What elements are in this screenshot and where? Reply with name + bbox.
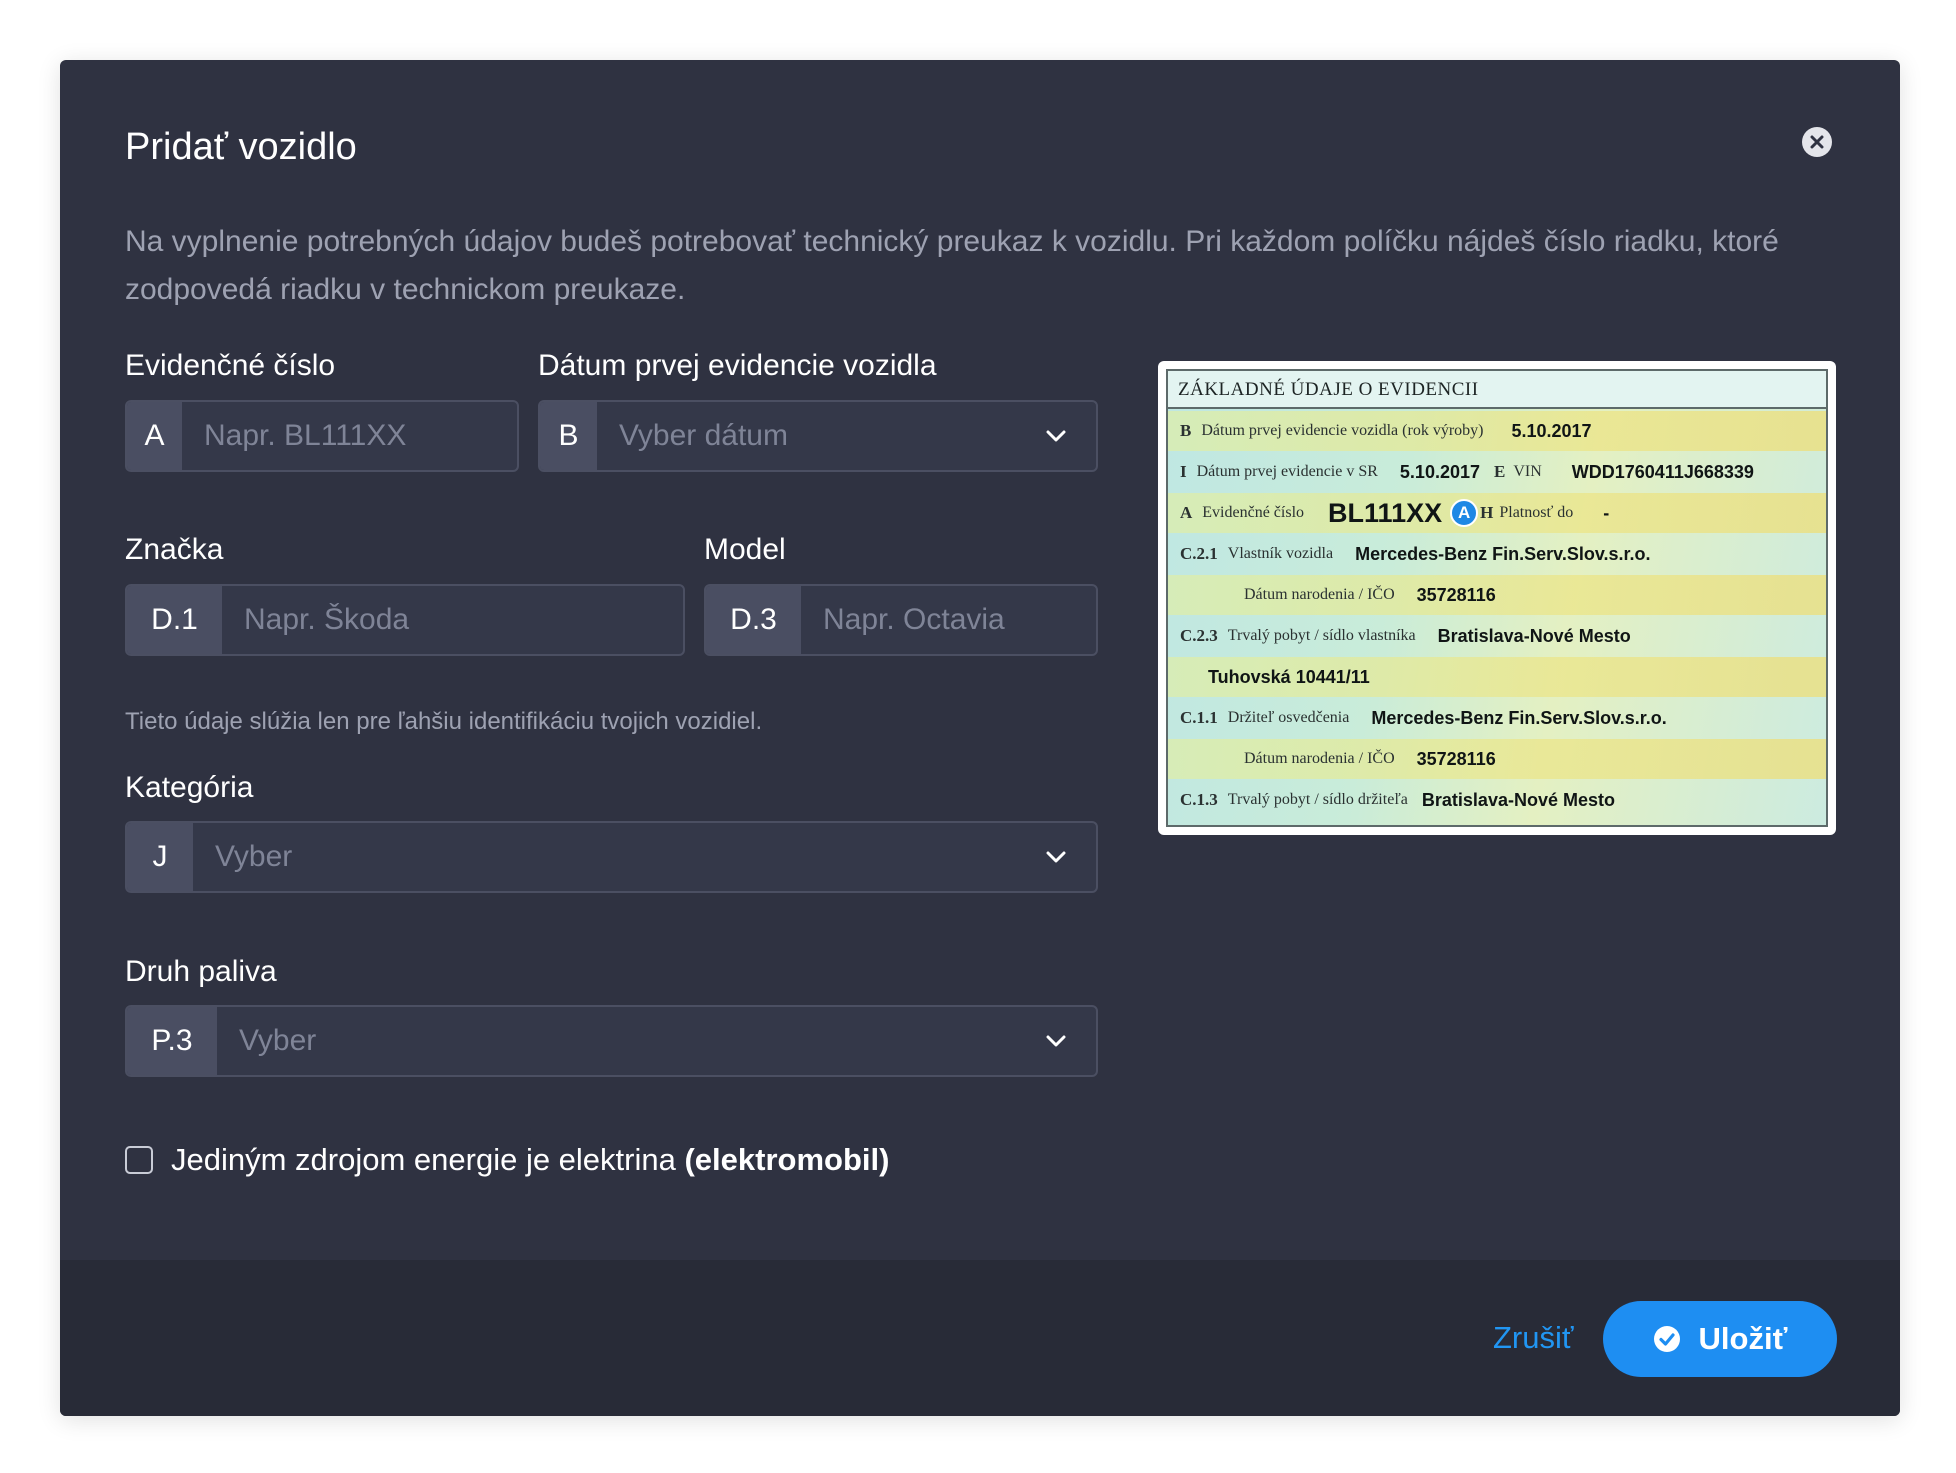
model-field[interactable]: D.3: [704, 584, 1098, 656]
certificate-row: Dátum narodenia / IČO 35728116: [1168, 575, 1826, 615]
certificate-row: B Dátum prvej evidencie vozidla (rok výr…: [1168, 411, 1826, 451]
model-label: Model: [704, 533, 786, 566]
category-prefix: J: [127, 823, 193, 891]
save-button[interactable]: Uložiť: [1603, 1301, 1837, 1377]
chevron-down-icon: [1016, 823, 1096, 891]
first-registration-select[interactable]: B Vyber dátum: [538, 400, 1098, 472]
close-icon: [1810, 135, 1824, 149]
certificate-row: C.2.1 Vlastník vozidla Mercedes-Benz Fin…: [1180, 543, 1651, 564]
fuel-prefix: P.3: [127, 1007, 217, 1075]
certificate-card: ZÁKLADNÉ ÚDAJE O EVIDENCII B Dátum prvej…: [1166, 369, 1828, 827]
plate-prefix: A: [127, 402, 182, 470]
brand-field[interactable]: D.1: [125, 584, 685, 656]
certificate-title: ZÁKLADNÉ ÚDAJE O EVIDENCII: [1168, 371, 1826, 409]
electric-checkbox-label[interactable]: Jediným zdrojom energie je elektrina (el…: [171, 1142, 889, 1178]
close-button[interactable]: [1802, 127, 1832, 157]
plate-label: Evidenčné číslo: [125, 349, 336, 382]
category-select[interactable]: J Vyber: [125, 821, 1098, 893]
certificate-row: Tuhovská 10441/11: [1168, 657, 1826, 697]
certificate-row: I Dátum prvej evidencie v SR 5.10.2017 E…: [1180, 461, 1754, 482]
chevron-down-icon: [1016, 402, 1096, 470]
plate-input[interactable]: [182, 402, 517, 470]
brand-prefix: D.1: [127, 586, 222, 654]
fuel-placeholder: Vyber: [239, 1024, 317, 1057]
category-placeholder: Vyber: [215, 840, 293, 873]
electric-label-text: Jediným zdrojom energie je elektrina: [171, 1142, 676, 1177]
model-input[interactable]: [801, 586, 1096, 654]
certificate-row: A Evidenčné číslo BL111XX A H Platnosť d…: [1168, 493, 1826, 533]
certificate-row: C.1.1 Držiteľ osvedčenia Mercedes-Benz F…: [1180, 707, 1667, 728]
first-registration-label: Dátum prvej evidencie vozidla: [538, 349, 937, 382]
check-circle-icon: [1653, 1325, 1681, 1353]
add-vehicle-dialog: Pridať vozidlo Na vyplnenie potrebných ú…: [60, 60, 1900, 1416]
cancel-button[interactable]: Zrušiť: [1493, 1318, 1574, 1358]
brand-label: Značka: [125, 533, 224, 566]
dialog-title: Pridať vozidlo: [125, 126, 357, 168]
certificate-row: Dátum narodenia / IČO 35728116: [1168, 739, 1826, 779]
fuel-label: Druh paliva: [125, 955, 277, 988]
line-a-badge: A: [1450, 499, 1479, 527]
certificate-row: C.2.3 Trvalý pobyt / sídlo vlastníka Bra…: [1180, 625, 1631, 646]
plate-field[interactable]: A: [125, 400, 519, 472]
certificate-row: C.1.3 Trvalý pobyt / sídlo držiteľa Brat…: [1180, 789, 1615, 810]
electric-checkbox[interactable]: [125, 1146, 153, 1174]
electric-label-bold: (elektromobil): [684, 1142, 890, 1177]
intro-text: Na vyplnenie potrebných údajov budeš pot…: [125, 225, 1779, 306]
chevron-down-icon: [1016, 1007, 1096, 1075]
dialog-footer: Zrušiť Uložiť: [60, 1260, 1900, 1416]
identification-hint: Tieto údaje slúžia len pre ľahšiu identi…: [125, 708, 763, 735]
registration-certificate-image: ZÁKLADNÉ ÚDAJE O EVIDENCII B Dátum prvej…: [1158, 361, 1836, 835]
first-registration-placeholder: Vyber dátum: [619, 419, 788, 452]
save-label: Uložiť: [1698, 1321, 1788, 1356]
first-registration-prefix: B: [540, 402, 597, 470]
model-prefix: D.3: [706, 586, 801, 654]
electric-checkbox-row[interactable]: Jediným zdrojom energie je elektrina (el…: [125, 1142, 889, 1178]
brand-input[interactable]: [222, 586, 683, 654]
fuel-select[interactable]: P.3 Vyber: [125, 1005, 1098, 1077]
category-label: Kategória: [125, 771, 254, 804]
